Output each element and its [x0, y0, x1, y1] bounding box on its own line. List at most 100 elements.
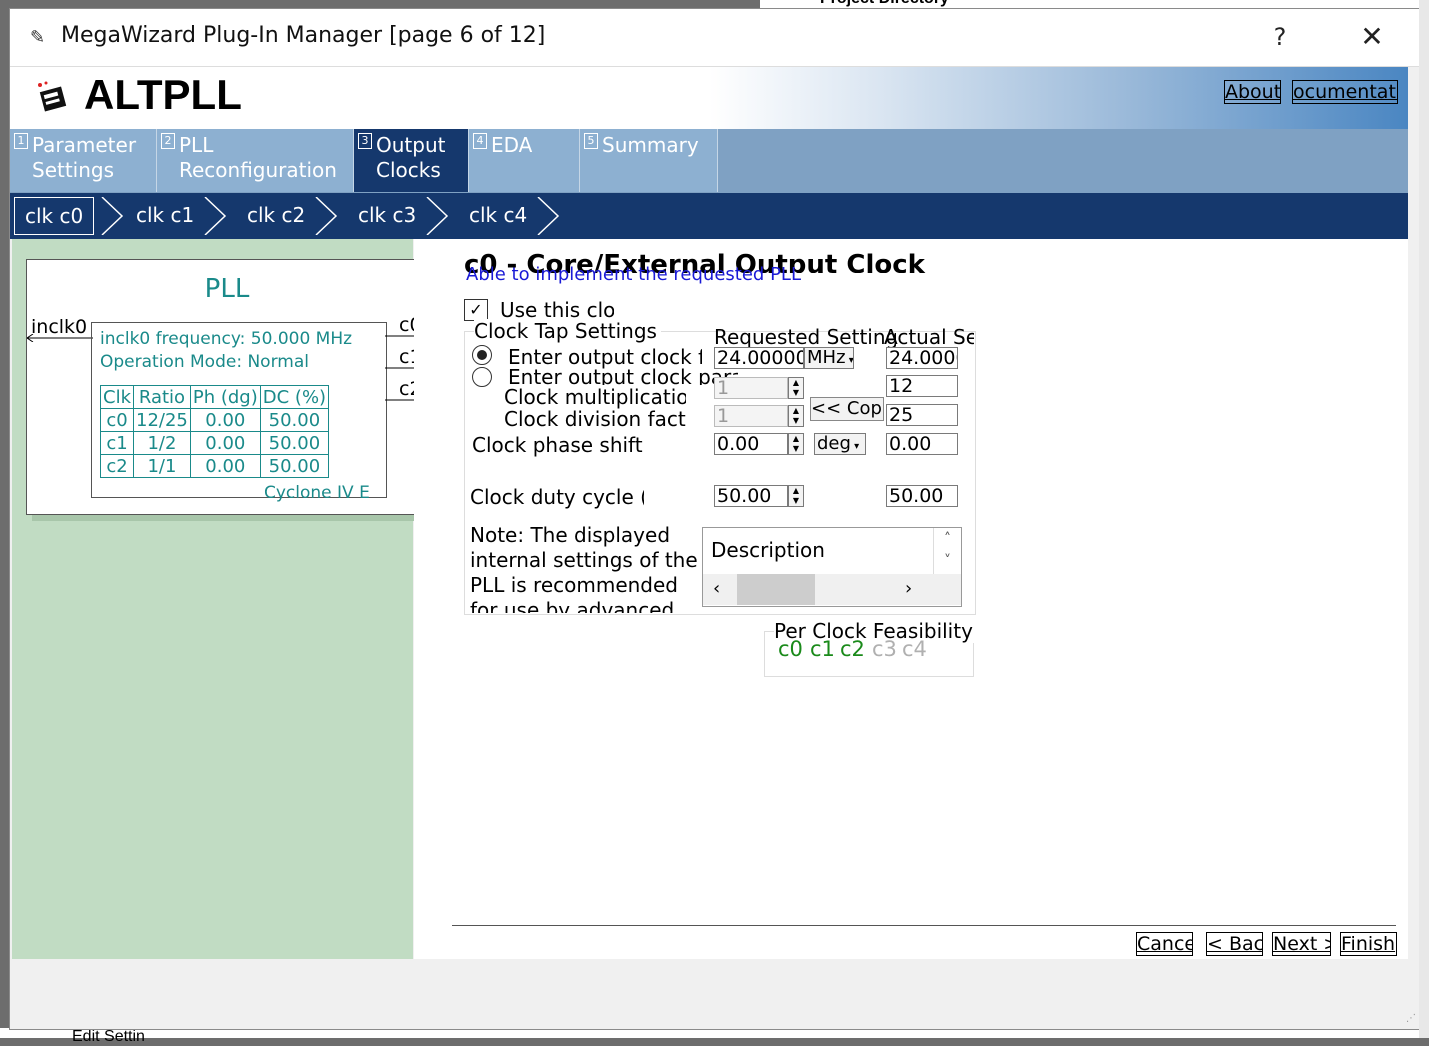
output-clock-settings-panel: c0 - Core/External Output Clock Able to …	[414, 239, 1408, 959]
description-list[interactable]: Description ˄ ˅ ‹ ›	[702, 527, 962, 607]
group-title: Clock Tap Settings	[474, 319, 661, 343]
dropdown-arrow-icon: ▾	[850, 441, 860, 452]
feasibility-c2: c2	[840, 637, 864, 661]
scroll-down-icon[interactable]: ˅	[934, 550, 961, 572]
table-header: Ratio	[133, 385, 191, 409]
frequency-unit-value: MHz	[807, 347, 846, 368]
table-cell: 50.00	[259, 408, 330, 432]
pll-block: PLL inclk0 inclk0 frequency: 50.000 MHz …	[26, 259, 428, 515]
table-cell: 0.00	[189, 454, 261, 478]
scroll-left-icon[interactable]: ‹	[713, 578, 720, 599]
actual-division-field: 25	[886, 404, 958, 426]
tab-label: Output Clocks	[376, 133, 446, 182]
tab-pll-reconfiguration[interactable]: 2 PLL Reconfiguration	[157, 129, 354, 192]
feasibility-c1: c1	[810, 637, 834, 661]
table-cell: 50.00	[259, 431, 330, 455]
window-title: MegaWizard Plug-In Manager [page 6 of 12…	[61, 23, 546, 48]
crumb-clk-c3[interactable]: clk c3	[358, 197, 416, 233]
scroll-thumb[interactable]	[737, 574, 815, 605]
pll-diagram-panel: PLL inclk0 inclk0 frequency: 50.000 MHz …	[12, 239, 428, 959]
next-button[interactable]: Next >	[1272, 932, 1331, 956]
tab-number: 4	[473, 133, 487, 149]
actual-settings-header: Actual Set	[884, 325, 974, 349]
table-cell: c0	[100, 408, 134, 432]
use-clock-checkbox[interactable]: ✓	[464, 299, 488, 321]
scroll-right-icon[interactable]: ›	[905, 578, 912, 599]
requested-frequency-input[interactable]: 24.000000	[714, 347, 804, 369]
multiplication-label: Clock multiplication	[504, 385, 686, 409]
parameters-radio[interactable]	[472, 367, 492, 387]
phase-shift-label: Clock phase shift	[472, 433, 643, 457]
frequency-radio[interactable]	[472, 345, 492, 365]
parameters-radio-label: Enter output clock param	[508, 365, 738, 385]
megawizard-window: ✎ MegaWizard Plug-In Manager [page 6 of …	[9, 8, 1420, 1030]
table-cell: 0.00	[189, 408, 261, 432]
tab-label: PLL Reconfiguration	[179, 133, 337, 182]
clock-crumb-bar: clk c0 clk c1 clk c2 clk c3 clk c4	[10, 193, 1408, 239]
finish-button[interactable]: Finish	[1340, 932, 1397, 956]
scroll-up-icon[interactable]: ˄	[934, 528, 961, 550]
phase-shift-input[interactable]: 0.00	[714, 433, 788, 455]
table-row: c0 12/25 0.00 50.00	[100, 408, 330, 432]
phase-unit-select[interactable]: deg ▾	[814, 433, 866, 455]
table-cell: 1/1	[133, 454, 191, 478]
copy-button[interactable]: << Cop	[810, 397, 884, 421]
close-button[interactable]: ✕	[1350, 19, 1394, 55]
pll-title: PLL	[204, 274, 250, 304]
table-row: c1 1/2 0.00 50.00	[100, 431, 330, 455]
chevron-right-icon	[426, 197, 449, 235]
phase-shift-spinner[interactable]: ▲ ▼	[788, 433, 804, 455]
note-line: for use by advanced	[470, 598, 675, 613]
background-project-directory: Project Directory	[820, 0, 949, 8]
tab-number: 1	[14, 133, 28, 149]
wizard-wand-icon: ✎	[30, 27, 46, 48]
crumb-clk-c0[interactable]: clk c0	[14, 197, 95, 235]
horizontal-scrollbar[interactable]: ‹ ›	[703, 574, 961, 605]
tab-output-clocks[interactable]: 3 Output Clocks	[354, 129, 469, 192]
table-header: DC (%)	[259, 385, 330, 409]
actual-frequency-field: 24.0000	[886, 347, 958, 369]
about-button[interactable]: About	[1224, 80, 1281, 104]
feasibility-c3: c3	[872, 637, 896, 661]
feasibility-c0: c0	[778, 637, 802, 661]
crumb-clk-c1[interactable]: clk c1	[136, 197, 194, 233]
cancel-button[interactable]: Cance	[1136, 932, 1193, 956]
division-spinner[interactable]: ▲ ▼	[788, 405, 804, 427]
documentation-button[interactable]: ocumentatic	[1292, 80, 1398, 104]
input-frequency-text: inclk0 frequency: 50.000 MHz	[100, 329, 353, 349]
background-edit-settings: Edit Settin	[72, 1028, 145, 1045]
table-header: Ph (dg)	[189, 385, 261, 409]
multiplication-input[interactable]: 1	[714, 377, 788, 399]
operation-mode-text: Operation Mode: Normal	[100, 352, 309, 372]
tab-number: 2	[161, 133, 175, 149]
crumb-clk-c2[interactable]: clk c2	[247, 197, 305, 233]
actual-phase-field: 0.00	[886, 433, 958, 455]
help-button[interactable]: ?	[1260, 19, 1300, 55]
chevron-right-icon	[315, 197, 338, 235]
tab-label: Parameter Settings	[32, 133, 137, 182]
back-button[interactable]: < Back	[1206, 932, 1263, 956]
resize-grip-icon[interactable]: ⋰	[1406, 1013, 1416, 1024]
vertical-scrollbar[interactable]: ˄ ˅	[933, 528, 961, 574]
tab-parameter-settings[interactable]: 1 Parameter Settings	[10, 129, 157, 192]
duty-cycle-spinner[interactable]: ▲ ▼	[788, 485, 804, 507]
status-message: Able to implement the requested PLL	[466, 264, 801, 285]
input-pin-line	[27, 334, 93, 342]
requested-settings-header: Requested Settings	[714, 325, 896, 349]
tab-eda[interactable]: 4 EDA	[469, 129, 580, 192]
feasibility-c4: c4	[902, 637, 926, 661]
frequency-unit-select[interactable]: MHz ▾	[804, 347, 854, 369]
table-cell: c2	[100, 454, 134, 478]
internal-settings-note: Note: The displayed internal settings of…	[470, 523, 700, 613]
crumb-clk-c4[interactable]: clk c4	[469, 197, 527, 233]
actual-multiplication-field: 12	[886, 375, 958, 397]
tab-summary[interactable]: 5 Summary	[580, 129, 718, 192]
multiplication-spinner[interactable]: ▲ ▼	[788, 377, 804, 399]
table-cell: 12/25	[133, 408, 191, 432]
note-line: internal settings of the	[470, 548, 698, 572]
tab-number: 5	[584, 133, 598, 149]
duty-cycle-label: Clock duty cycle (%	[470, 485, 644, 509]
dropdown-arrow-icon: ▾	[845, 355, 854, 366]
duty-cycle-input[interactable]: 50.00	[714, 485, 788, 507]
division-input[interactable]: 1	[714, 405, 788, 427]
